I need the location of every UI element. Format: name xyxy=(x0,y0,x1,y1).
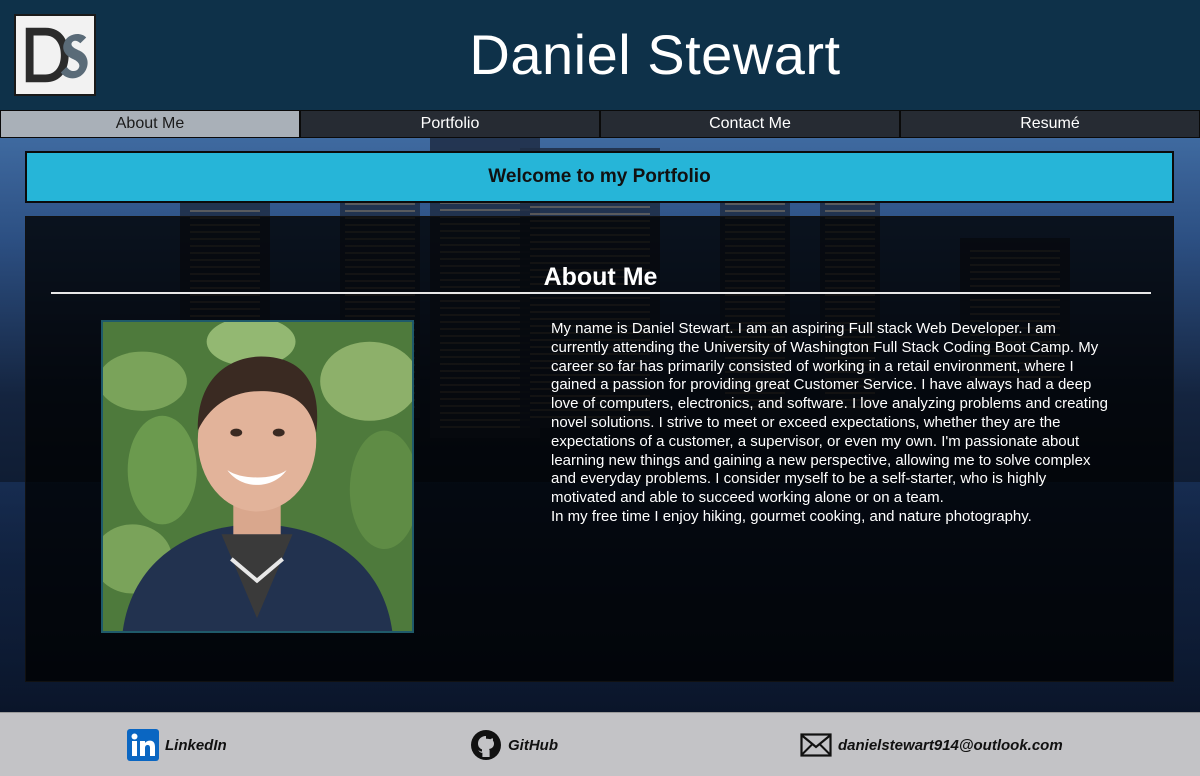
email-label: danielstewart914@outlook.com xyxy=(838,736,1063,754)
welcome-text: Welcome to my Portfolio xyxy=(488,166,711,187)
nav-tab-resume[interactable]: Resumé xyxy=(900,110,1200,138)
about-heading: About Me xyxy=(543,263,658,291)
profile-photo-icon xyxy=(103,322,412,631)
bio-paragraph: My name is Daniel Stewart. I am an aspir… xyxy=(551,320,1108,507)
about-bio: My name is Daniel Stewart. I am an aspir… xyxy=(551,320,1111,527)
site-header: Daniel Stewart xyxy=(0,0,1200,110)
nav-tab-contact-me[interactable]: Contact Me xyxy=(600,110,900,138)
github-link[interactable]: GitHub xyxy=(470,728,558,762)
profile-photo xyxy=(101,320,414,633)
welcome-banner: Welcome to my Portfolio xyxy=(25,151,1174,203)
bio-paragraph: In my free time I enjoy hiking, gourmet … xyxy=(551,507,1032,525)
nav-tab-portfolio[interactable]: Portfolio xyxy=(300,110,600,138)
linkedin-label: LinkedIn xyxy=(165,736,227,754)
main-nav: About Me Portfolio Contact Me Resumé xyxy=(0,110,1200,138)
about-divider xyxy=(51,292,1151,294)
site-title: Daniel Stewart xyxy=(469,23,841,86)
email-link[interactable]: danielstewart914@outlook.com xyxy=(800,728,1063,762)
about-section: About Me My name is Daniel Stewart. I am xyxy=(25,216,1174,682)
nav-tab-about-me[interactable]: About Me xyxy=(0,110,300,138)
mail-icon xyxy=(800,733,832,757)
site-footer: LinkedIn GitHub danielstewart914@outlook… xyxy=(0,712,1200,776)
linkedin-icon xyxy=(127,729,159,761)
linkedin-link[interactable]: LinkedIn xyxy=(127,728,227,762)
github-label: GitHub xyxy=(508,736,558,754)
github-icon xyxy=(471,730,501,760)
